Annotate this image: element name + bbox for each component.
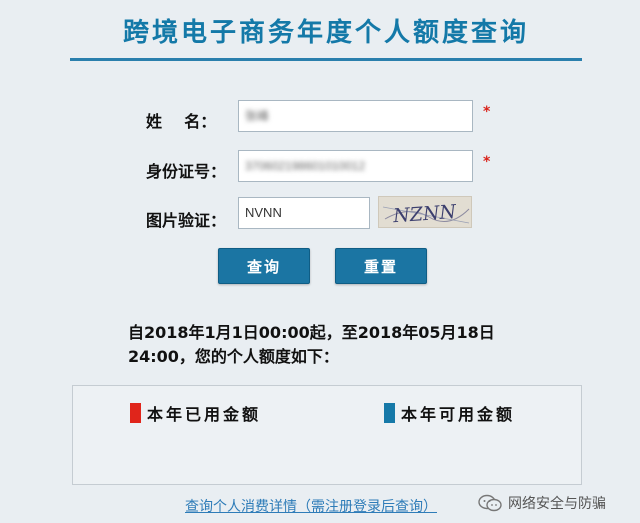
- consumption-details-link[interactable]: 查询个人消费详情（需注册登录后查询）: [185, 496, 437, 516]
- legend-available-amount: 本年可用金额: [384, 401, 515, 425]
- name-input-value: 张峰: [245, 109, 270, 123]
- name-label: 姓 名：: [146, 112, 217, 131]
- id-required-mark: *: [483, 154, 491, 170]
- notice-line-1: 自2018年1月1日00:00起，至2018年05月18日: [128, 323, 495, 342]
- watermark: 网络安全与防骗: [478, 493, 606, 513]
- wechat-icon: [478, 494, 502, 512]
- legend-used-amount: 本年已用金额: [130, 401, 261, 425]
- notice-line-2: 24:00，您的个人额度如下：: [128, 347, 339, 366]
- id-number-label: 身份证号：: [146, 162, 227, 181]
- captcha-input-value: NVNN: [245, 205, 282, 220]
- used-amount-swatch: [130, 403, 141, 423]
- name-required-mark: *: [483, 104, 491, 120]
- id-number-input-value: 370602198601010012: [245, 159, 366, 173]
- available-amount-label: 本年可用金额: [401, 405, 516, 424]
- query-button[interactable]: 查询: [218, 248, 310, 284]
- available-amount-swatch: [384, 403, 395, 423]
- quota-result-panel: 本年已用金额 本年可用金额: [72, 385, 582, 485]
- page-title: 跨境电子商务年度个人额度查询: [122, 18, 529, 48]
- watermark-text: 网络安全与防骗: [508, 496, 606, 512]
- captcha-image[interactable]: NZNN: [378, 196, 472, 228]
- captcha-label: 图片验证：: [146, 211, 227, 230]
- quota-period-notice: 自2018年1月1日00:00起，至2018年05月18日 24:00，您的个人…: [128, 321, 528, 369]
- captcha-noise-graphic: NZNN: [382, 201, 470, 228]
- title-divider: [70, 58, 582, 61]
- captcha-input[interactable]: NVNN: [238, 197, 370, 229]
- id-number-input[interactable]: 370602198601010012: [238, 150, 473, 182]
- captcha-image-text: NZNN: [391, 201, 458, 228]
- name-input[interactable]: 张峰: [238, 100, 473, 132]
- used-amount-label: 本年已用金额: [147, 405, 262, 424]
- reset-button[interactable]: 重置: [335, 248, 427, 284]
